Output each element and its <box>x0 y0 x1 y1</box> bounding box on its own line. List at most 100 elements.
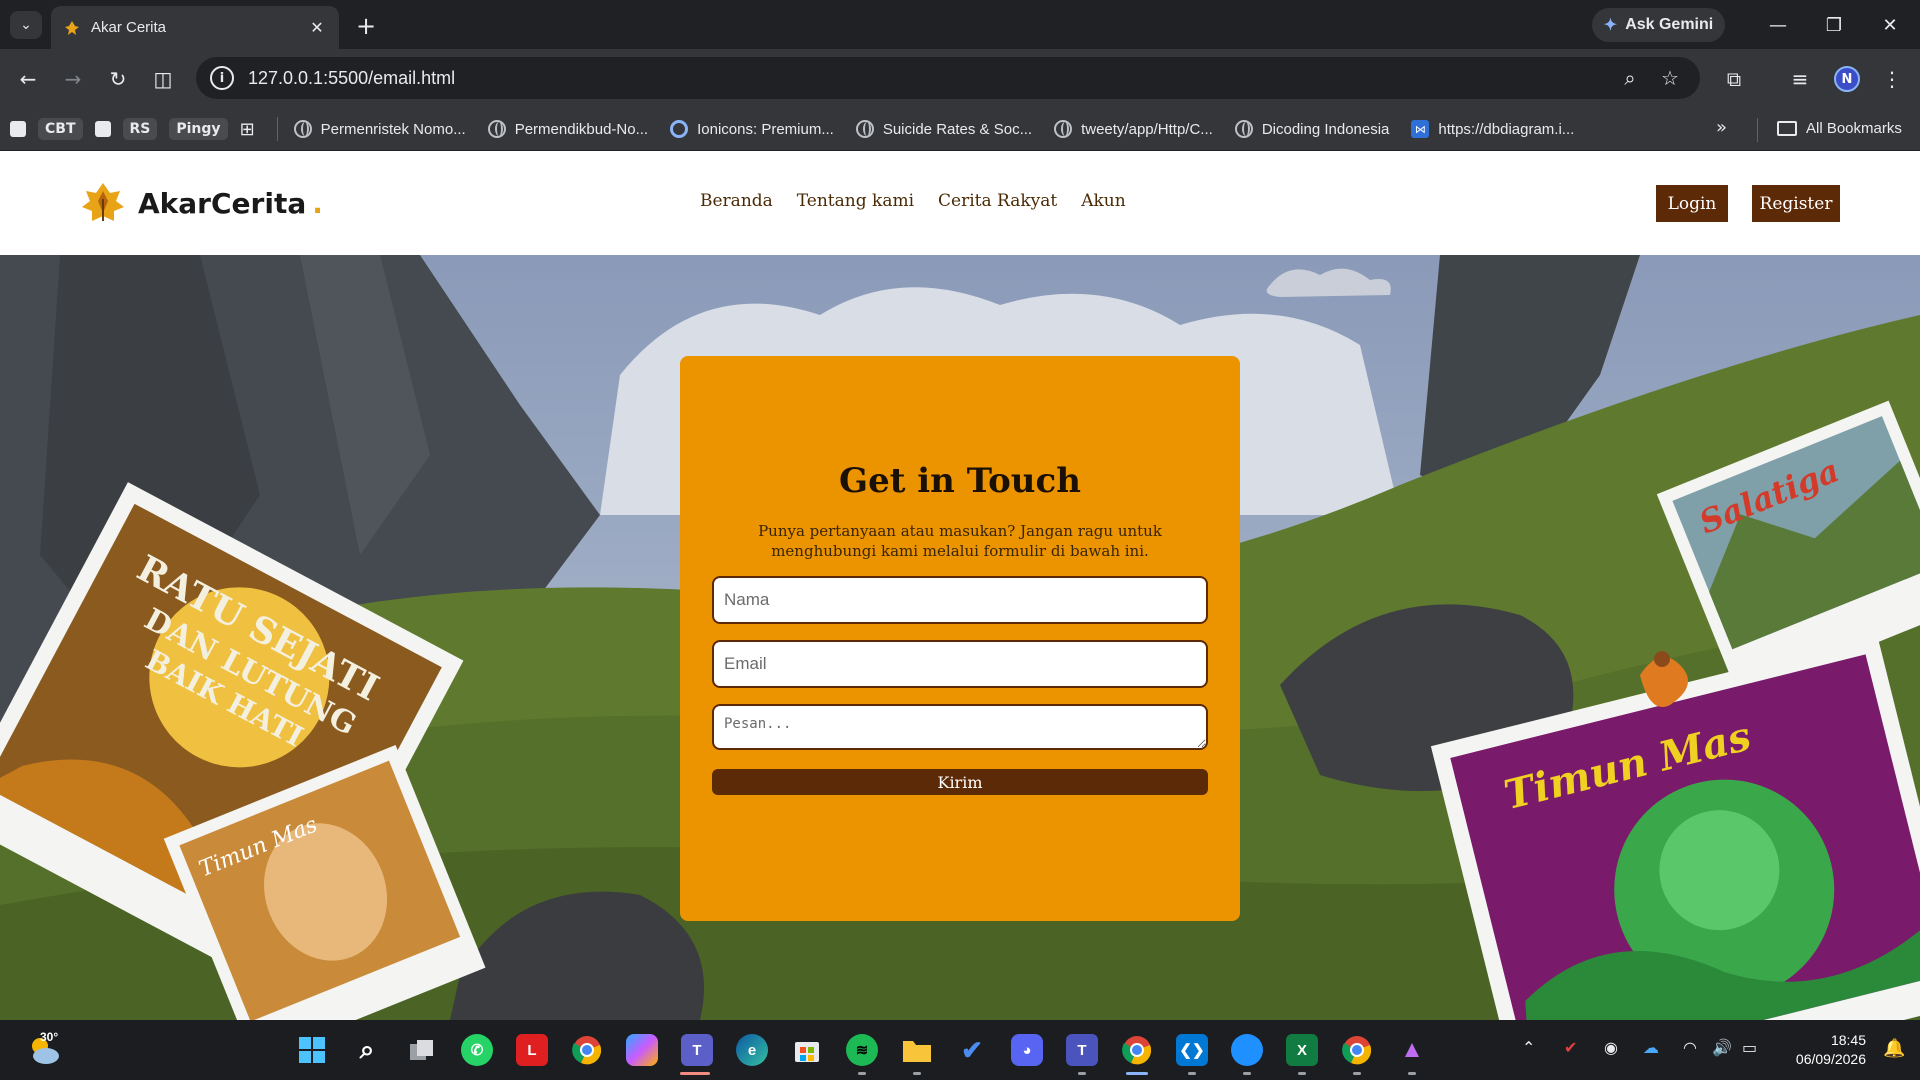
ask-gemini-label: Ask Gemini <box>1625 16 1714 33</box>
purple-app-running-indicator <box>1408 1072 1416 1075</box>
zoom-icon[interactable]: ⌕ <box>1614 66 1646 90</box>
bookmark-tweety[interactable]: tweety/app/Http/C... <box>1054 120 1213 138</box>
logo-text: AkarCerita <box>138 186 307 220</box>
profile-avatar[interactable]: N <box>1834 66 1860 92</box>
name-input[interactable] <box>712 576 1208 624</box>
bookmark-rs[interactable]: RS <box>122 118 158 140</box>
minimize-icon[interactable]: — <box>1758 10 1798 40</box>
edge-tray-icon[interactable]: ◉ <box>1604 1038 1618 1057</box>
task-view-icon[interactable] <box>406 1034 438 1066</box>
web-page: AkarCerita . Beranda Tentang kami Cerita… <box>0 151 1920 1020</box>
nav-tentang-kami[interactable]: Tentang kami <box>797 191 914 211</box>
site-header: AkarCerita . Beranda Tentang kami Cerita… <box>0 151 1920 255</box>
bookmark-pingy[interactable]: Pingy <box>169 118 228 140</box>
bookmark-suicide-rates[interactable]: Suicide Rates & Soc... <box>855 120 1033 138</box>
nav-beranda[interactable]: Beranda <box>700 191 773 211</box>
bookmark-label: Suicide Rates & Soc... <box>882 120 1033 138</box>
chrome-active-indicator <box>1126 1072 1148 1075</box>
folder-icon <box>1777 121 1797 136</box>
nav-akun[interactable]: Akun <box>1081 191 1125 211</box>
chrome-profile-icon[interactable] <box>1121 1034 1153 1066</box>
media-queue-icon[interactable]: ≡ <box>1784 63 1816 95</box>
vscode-icon[interactable]: ❮❯ <box>1176 1034 1208 1066</box>
teams-classic-icon[interactable]: T <box>1066 1034 1098 1066</box>
microsoft-store-icon[interactable] <box>791 1034 823 1066</box>
main-nav: Beranda Tentang kami Cerita Rakyat Akun <box>700 191 1126 211</box>
system-clock[interactable]: 18:45 06/09/2026 <box>1786 1031 1866 1069</box>
ionicons-icon <box>670 120 689 138</box>
blue-app-icon[interactable] <box>1231 1034 1263 1066</box>
forward-icon[interactable]: → <box>57 63 89 95</box>
bookmark-label: Ionicons: Premium... <box>697 120 834 138</box>
new-tab-icon[interactable]: + <box>352 12 380 40</box>
whatsapp-icon[interactable]: ✆ <box>461 1034 493 1066</box>
battery-icon[interactable]: ▭ <box>1742 1038 1757 1057</box>
address-url[interactable]: 127.0.0.1:5500/email.html <box>248 68 1606 89</box>
bookmarks-bar: CBT RS Pingy ⊞ Permenristek Nomo... Perm… <box>0 108 1920 151</box>
dbdiagram-icon: ⋈ <box>1411 120 1430 138</box>
nav-cerita-rakyat[interactable]: Cerita Rakyat <box>938 191 1057 211</box>
apps-grid-icon[interactable]: ⊞ <box>240 119 255 140</box>
site-logo[interactable]: AkarCerita . <box>80 181 323 225</box>
site-info-icon[interactable]: i <box>210 66 234 90</box>
browser-toolbar: ← → ↻ ◫ i 127.0.0.1:5500/email.html ⌕ ☆ … <box>0 49 1920 108</box>
l-app-icon[interactable]: L <box>516 1034 548 1066</box>
close-window-icon[interactable]: ✕ <box>1870 10 1910 40</box>
send-button[interactable]: Kirim <box>712 769 1208 795</box>
tab-close-icon[interactable]: ✕ <box>307 18 327 37</box>
purple-app-icon[interactable]: ▲ <box>1396 1034 1428 1066</box>
bookmark-permenristek[interactable]: Permenristek Nomo... <box>293 120 466 138</box>
chrome-alt-icon[interactable] <box>1341 1034 1373 1066</box>
browser-tab[interactable]: Akar Cerita ✕ <box>51 6 339 49</box>
split-view-icon[interactable]: ◫ <box>147 63 179 95</box>
bookmark-label: Permenristek Nomo... <box>320 120 466 138</box>
windows-taskbar: 30° ⌕ ✆ L T e ≋ ✔ ◕ T ❮❯ X ▲ ⌃ ✔ ◉ ☁ ◠ 🔊… <box>0 1020 1920 1080</box>
bookmark-ionicons[interactable]: Ionicons: Premium... <box>670 120 834 138</box>
bookmark-square-icon[interactable] <box>94 121 111 137</box>
akar-cerita-favicon-icon <box>63 19 81 37</box>
windows-start-icon[interactable] <box>296 1034 328 1066</box>
bookmark-dicoding[interactable]: Dicoding Indonesia <box>1234 120 1389 138</box>
spotify-running-indicator <box>858 1072 866 1075</box>
spotify-icon[interactable]: ≋ <box>846 1034 878 1066</box>
email-input[interactable] <box>712 640 1208 688</box>
bookmark-permendikbud[interactable]: Permendikbud-No... <box>487 120 648 138</box>
bookmark-star-icon[interactable]: ☆ <box>1654 66 1686 90</box>
clock-time: 18:45 <box>1830 1032 1866 1048</box>
volume-icon[interactable]: 🔊 <box>1712 1038 1732 1057</box>
file-explorer-icon[interactable] <box>901 1034 933 1066</box>
show-hidden-icons-icon[interactable]: ⌃ <box>1522 1038 1535 1057</box>
all-bookmarks-button[interactable]: All Bookmarks <box>1777 120 1902 137</box>
antivirus-tray-icon[interactable]: ✔ <box>1564 1038 1577 1057</box>
back-icon[interactable]: ← <box>12 63 44 95</box>
bookmark-square-icon[interactable] <box>10 121 26 137</box>
ask-gemini-button[interactable]: ✦ Ask Gemini <box>1592 8 1725 42</box>
tab-search-icon[interactable]: ⌄ <box>10 11 42 39</box>
bookmark-cbt[interactable]: CBT <box>38 118 83 140</box>
bookmark-dbdiagram[interactable]: ⋈ https://dbdiagram.i... <box>1411 120 1574 138</box>
login-button[interactable]: Login <box>1656 185 1728 222</box>
address-bar[interactable]: i 127.0.0.1:5500/email.html ⌕ ☆ <box>196 57 1700 99</box>
reload-icon[interactable]: ↻ <box>102 63 134 95</box>
excel-icon[interactable]: X <box>1286 1034 1318 1066</box>
chrome-alt-running-indicator <box>1353 1072 1361 1075</box>
wifi-icon[interactable]: ◠ <box>1683 1038 1697 1057</box>
menu-kebab-icon[interactable]: ⋮ <box>1876 63 1908 95</box>
onedrive-icon[interactable]: ☁ <box>1643 1038 1659 1057</box>
copilot-icon[interactable] <box>626 1034 658 1066</box>
message-textarea[interactable] <box>712 704 1208 750</box>
globe-icon <box>293 120 312 138</box>
edge-icon[interactable]: e <box>736 1034 768 1066</box>
notification-bell-icon[interactable]: 🔔 <box>1883 1038 1905 1059</box>
more-bookmarks-icon[interactable]: » <box>1716 117 1727 138</box>
chrome-icon[interactable] <box>571 1034 603 1066</box>
teams-icon[interactable]: T <box>681 1034 713 1066</box>
extensions-icon[interactable]: ⧉ <box>1718 63 1750 95</box>
register-button[interactable]: Register <box>1752 185 1840 222</box>
all-bookmarks-label: All Bookmarks <box>1806 120 1902 137</box>
restore-icon[interactable]: ❐ <box>1814 10 1854 40</box>
search-icon[interactable]: ⌕ <box>351 1034 383 1066</box>
contact-description: Punya pertanyaan atau masukan? Jangan ra… <box>758 522 1162 560</box>
todo-icon[interactable]: ✔ <box>956 1034 988 1066</box>
discord-icon[interactable]: ◕ <box>1011 1034 1043 1066</box>
